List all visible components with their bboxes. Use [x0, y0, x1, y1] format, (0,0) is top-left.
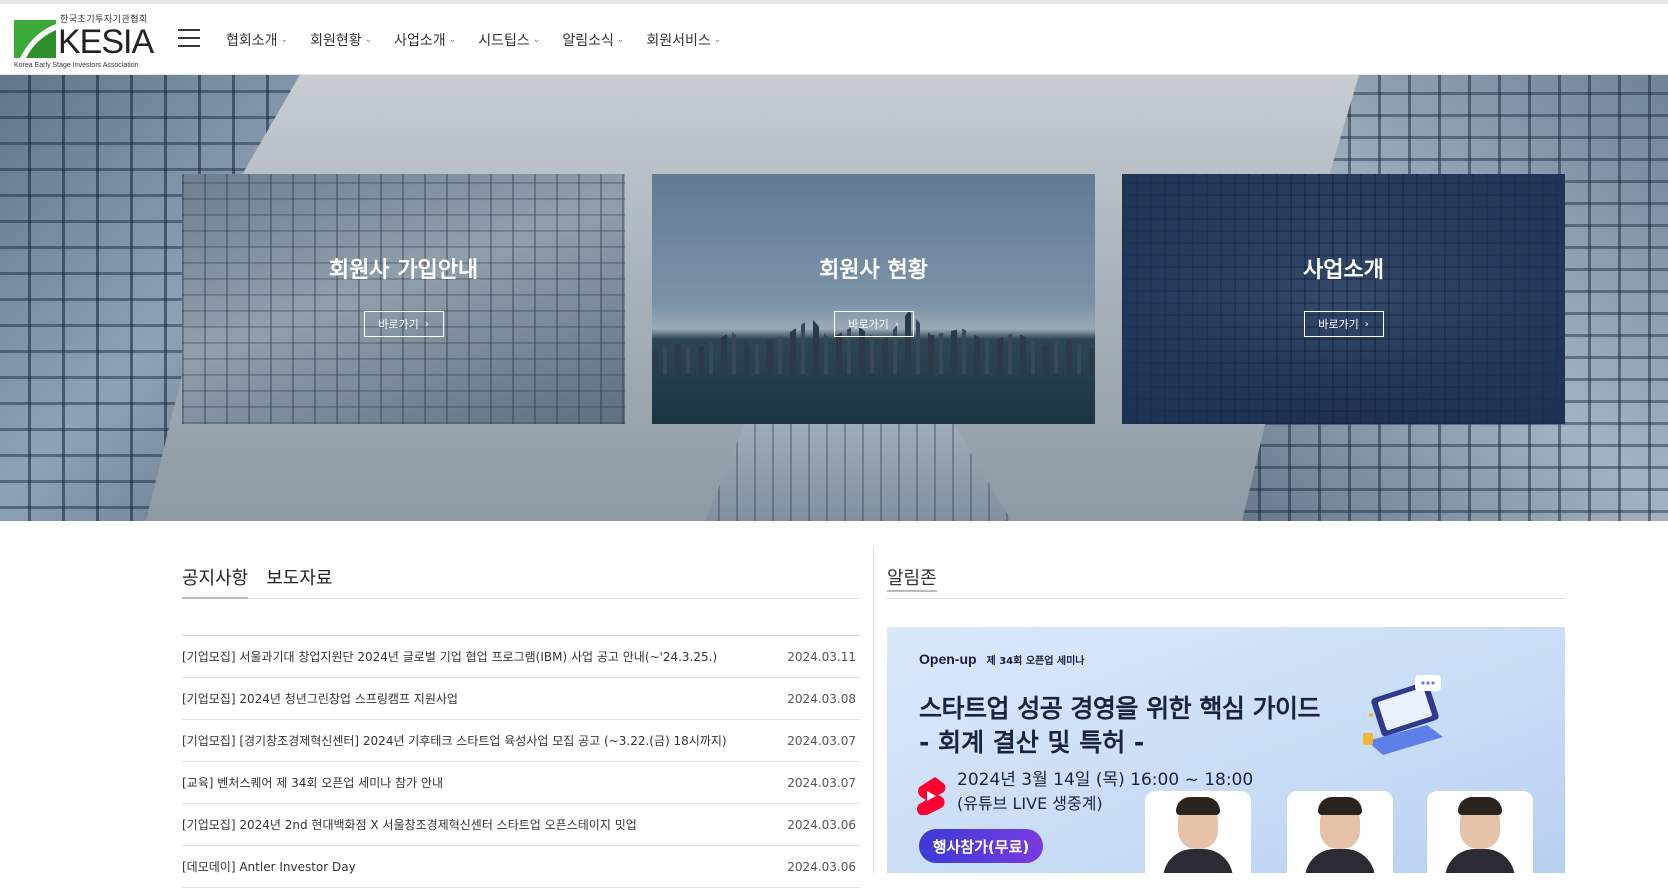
notice-title: [기업모집] 서울과기대 창업지원단 2024년 글로벌 기업 협업 프로그램(… — [182, 650, 718, 664]
card-title: 사업소개 — [1303, 258, 1384, 283]
site-header: 한국초기투자기관협회 KESIA Korea Early Stage Inves… — [0, 4, 1668, 75]
hero-banner: 회원사 가입안내 바로가기 › 회원사 현황 바로가기 › 사업소개 바로가기 › — [0, 75, 1668, 521]
board-tabs: 공지사항 보도자료 — [182, 548, 860, 599]
card-go-button[interactable]: 바로가기 › — [1303, 311, 1384, 337]
tab-notices[interactable]: 공지사항 — [182, 548, 249, 599]
chevron-down-icon: ⌄ — [713, 35, 722, 45]
chevron-down-icon: ⌄ — [616, 35, 625, 45]
chevron-down-icon: ⌄ — [280, 35, 289, 45]
join-event-button[interactable]: 행사참가(무료) — [919, 829, 1043, 863]
nav-item-news[interactable]: 알림소식 ⌄ — [562, 30, 624, 50]
nav-item-business[interactable]: 사업소개 ⌄ — [394, 30, 456, 50]
nav-label: 회원서비스 — [646, 33, 711, 49]
notice-board: 공지사항 보도자료 [기업모집] 서울과기대 창업지원단 2024년 글로벌 기… — [182, 548, 860, 888]
nav-label: 협회소개 — [226, 33, 278, 49]
nav-item-services[interactable]: 회원서비스 ⌄ — [646, 30, 721, 50]
notice-list: [기업모집] 서울과기대 창업지원단 2024년 글로벌 기업 협업 프로그램(… — [182, 635, 860, 888]
logo-wordmark: KESIA — [58, 23, 154, 61]
notice-date: 2024.03.07 — [787, 775, 856, 790]
list-item[interactable]: [데모데이] Antler Investor Day 2024.03.06 — [182, 846, 860, 888]
speaker-photo — [1287, 791, 1393, 873]
card-title: 회원사 현황 — [819, 258, 928, 283]
quicklink-card-business[interactable]: 사업소개 바로가기 › — [1122, 174, 1565, 424]
list-item[interactable]: [기업모집] [경기창조경제혁신센터] 2024년 기후테크 스타트업 육성사업… — [182, 720, 860, 762]
chevron-right-icon: › — [1364, 318, 1369, 330]
event-datetime: 2024년 3월 14일 (목) 16:00 ~ 18:00 — [957, 770, 1254, 790]
chevron-right-icon: › — [894, 318, 899, 330]
chevron-down-icon: ⌄ — [364, 35, 373, 45]
chevron-right-icon: › — [424, 318, 429, 330]
openup-logo: Open-up — [919, 651, 977, 667]
column-divider — [873, 548, 874, 873]
laptop-illustration-icon — [1363, 675, 1443, 755]
alim-header: 알림존 — [887, 548, 1565, 599]
menu-hamburger-icon[interactable] — [178, 29, 200, 47]
main-nav: 협회소개 ⌄ 회원현황 ⌄ 사업소개 ⌄ 시드팁스 ⌄ 알림소식 ⌄ 회원서비스… — [226, 30, 743, 50]
banner-subheadline: - 회계 결산 및 특허 - — [919, 728, 1145, 757]
nav-label: 사업소개 — [394, 33, 446, 49]
notice-title: [데모데이] Antler Investor Day — [182, 860, 356, 874]
notice-date: 2024.03.08 — [787, 691, 856, 706]
notice-date: 2024.03.06 — [787, 817, 856, 832]
speaker-photo — [1427, 791, 1533, 873]
notice-title: [교육] 벤처스퀘어 제 34회 오픈업 세미나 참가 안내 — [182, 776, 444, 790]
list-item[interactable]: [교육] 벤처스퀘어 제 34회 오픈업 세미나 참가 안내 2024.03.0… — [182, 762, 860, 804]
notice-date: 2024.03.06 — [787, 859, 856, 874]
tab-press[interactable]: 보도자료 — [266, 548, 332, 598]
notice-title: [기업모집] 2024년 2nd 현대백화점 X 서울창조경제혁신센터 스타트업… — [182, 818, 637, 832]
nav-label: 회원현황 — [310, 33, 362, 49]
youtube-shorts-icon — [917, 777, 946, 815]
nav-item-about[interactable]: 협회소개 ⌄ — [226, 30, 288, 50]
event-live-note: (유튜브 LIVE 생중계) — [957, 794, 1103, 813]
card-title: 회원사 가입안내 — [328, 258, 479, 283]
nav-item-seedtips[interactable]: 시드팁스 ⌄ — [478, 30, 540, 50]
chevron-down-icon: ⌄ — [448, 35, 457, 45]
notice-date: 2024.03.11 — [787, 649, 856, 664]
kesia-logo[interactable]: 한국초기투자기관협회 KESIA Korea Early Stage Inves… — [14, 12, 154, 69]
card-go-button[interactable]: 바로가기 › — [363, 311, 444, 337]
notice-title: [기업모집] 2024년 청년그린창업 스프링캠프 지원사업 — [182, 692, 458, 706]
logo-english-text: Korea Early Stage Investors Association — [14, 62, 139, 69]
list-item[interactable]: [기업모집] 2024년 2nd 현대백화점 X 서울창조경제혁신센터 스타트업… — [182, 804, 860, 846]
seminar-banner[interactable]: Open-up 제 34회 오픈업 세미나 스타트업 성공 경영을 위한 핵심 … — [887, 627, 1565, 873]
nav-label: 시드팁스 — [478, 33, 530, 49]
alim-title: 알림존 — [887, 548, 937, 592]
chevron-down-icon: ⌄ — [532, 35, 541, 45]
card-go-button[interactable]: 바로가기 › — [833, 311, 914, 337]
list-item[interactable]: [기업모집] 서울과기대 창업지원단 2024년 글로벌 기업 협업 프로그램(… — [182, 636, 860, 678]
speaker-photo — [1145, 791, 1251, 873]
nav-item-members[interactable]: 회원현황 ⌄ — [310, 30, 372, 50]
logo-mark-icon — [14, 20, 56, 58]
seminar-number: 제 34회 오픈업 세미나 — [986, 655, 1085, 667]
alim-zone: 알림존 Open-up 제 34회 오픈업 세미나 스타트업 성공 경영을 위한… — [887, 548, 1565, 873]
notice-date: 2024.03.07 — [787, 733, 856, 748]
list-item[interactable]: [기업모집] 2024년 청년그린창업 스프링캠프 지원사업 2024.03.0… — [182, 678, 860, 720]
openup-brand: Open-up 제 34회 오픈업 세미나 — [919, 651, 1085, 667]
quicklink-card-members[interactable]: 회원사 현황 바로가기 › — [652, 174, 1095, 424]
nav-label: 알림소식 — [562, 33, 614, 49]
notice-title: [기업모집] [경기창조경제혁신센터] 2024년 기후테크 스타트업 육성사업… — [182, 734, 727, 748]
quicklink-card-join[interactable]: 회원사 가입안내 바로가기 › — [182, 174, 625, 424]
banner-headline: 스타트업 성공 경영을 위한 핵심 가이드 — [919, 694, 1321, 723]
